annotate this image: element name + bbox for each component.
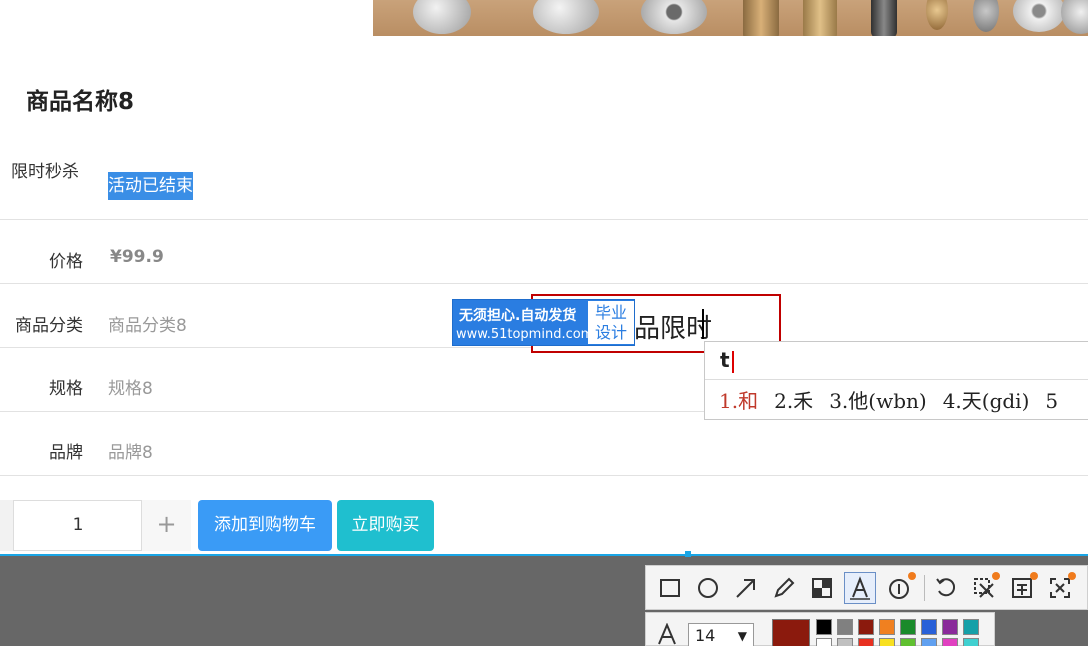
arrow-icon[interactable]: [730, 572, 762, 604]
divider: [0, 219, 1088, 220]
quantity-increase-button[interactable]: +: [141, 500, 191, 551]
color-swatch[interactable]: [900, 619, 916, 635]
color-swatch[interactable]: [921, 638, 937, 646]
color-swatch[interactable]: [879, 619, 895, 635]
color-swatch[interactable]: [942, 638, 958, 646]
color-swatch[interactable]: [858, 638, 874, 646]
circle-icon[interactable]: [692, 572, 724, 604]
watermark-side-bottom: 设计: [594, 323, 627, 342]
annotation-text: 品限时: [634, 314, 713, 344]
color-swatch[interactable]: [942, 619, 958, 635]
page: 商品名称8 限时秒杀 活动已结束 价格 ¥99.9 商品分类 商品分类8 规格 …: [0, 0, 1088, 646]
brand-label: 品牌: [49, 443, 83, 463]
text-style-panel: 14 ▼: [645, 612, 995, 646]
color-swatch[interactable]: [900, 638, 916, 646]
watermark-line-2: www.51topmind.com: [456, 327, 594, 342]
current-color-swatch[interactable]: [772, 619, 810, 646]
chevron-down-icon: ▼: [737, 629, 747, 643]
ime-candidate[interactable]: 5: [1045, 389, 1058, 413]
text-icon[interactable]: [844, 572, 876, 604]
screenshot-toolbar: [645, 565, 1088, 610]
spec-label: 规格: [49, 379, 83, 399]
price-value: ¥99.9: [110, 247, 164, 267]
close-icon[interactable]: [1044, 572, 1076, 604]
number-icon[interactable]: [884, 572, 916, 604]
watermark-badge: 无须担心.自动发货 www.51topmind.com 毕业 设计: [452, 299, 635, 346]
brand-value: 品牌8: [108, 443, 153, 463]
font-icon: [656, 622, 678, 646]
undo-icon[interactable]: [930, 572, 962, 604]
ime-candidate[interactable]: 4.天(gdi): [943, 389, 1030, 413]
divider: [0, 475, 1088, 476]
color-swatch[interactable]: [963, 619, 979, 635]
category-value: 商品分类8: [108, 316, 187, 336]
divider: [0, 283, 1088, 284]
spec-value: 规格8: [108, 379, 153, 399]
pencil-icon[interactable]: [768, 572, 800, 604]
color-swatch[interactable]: [858, 619, 874, 635]
font-size-select[interactable]: 14 ▼: [688, 623, 754, 646]
quantity-decrease-button[interactable]: [0, 500, 14, 551]
ime-composition-text: t: [720, 348, 730, 372]
flash-sale-status-badge: 活动已结束: [108, 172, 193, 200]
ime-candidate-list: 1.和 2.禾 3.他(wbn) 4.天(gdi) 5: [719, 385, 1074, 414]
toolbar-separator: [924, 575, 925, 601]
ime-candidate[interactable]: 1.和: [719, 389, 758, 413]
ime-candidate[interactable]: 2.禾: [774, 389, 813, 413]
color-swatch[interactable]: [837, 619, 853, 635]
color-swatch[interactable]: [816, 638, 832, 646]
price-label: 价格: [49, 252, 83, 272]
product-title: 商品名称8: [26, 89, 135, 115]
color-swatch[interactable]: [963, 638, 979, 646]
watermark-side-top: 毕业: [594, 303, 627, 322]
product-photo: [373, 0, 1088, 36]
text-caret: [702, 309, 704, 339]
quantity-stepper: 1 +: [0, 500, 191, 551]
quantity-input[interactable]: 1: [15, 501, 141, 550]
ime-caret: [732, 351, 734, 373]
flash-sale-label: 限时秒杀: [11, 162, 79, 182]
ime-separator: [705, 379, 1088, 380]
color-swatch[interactable]: [837, 638, 853, 646]
cut-icon[interactable]: [968, 572, 1000, 604]
watermark-side-label: 毕业 设计: [588, 301, 634, 344]
rectangle-icon[interactable]: [654, 572, 686, 604]
buy-now-button[interactable]: 立即购买: [337, 500, 434, 551]
ime-candidate-window: t 1.和 2.禾 3.他(wbn) 4.天(gdi) 5: [704, 341, 1088, 420]
ocr-icon[interactable]: [1006, 572, 1038, 604]
capture-selection-edge: [0, 554, 1088, 556]
capture-resize-handle[interactable]: [685, 551, 691, 557]
color-swatch[interactable]: [879, 638, 895, 646]
watermark-line-1: 无须担心.自动发货: [459, 308, 577, 324]
ime-candidate[interactable]: 3.他(wbn): [829, 389, 927, 413]
category-label: 商品分类: [15, 316, 83, 336]
add-to-cart-button[interactable]: 添加到购物车: [198, 500, 332, 551]
color-swatch[interactable]: [816, 619, 832, 635]
color-swatch[interactable]: [921, 619, 937, 635]
mosaic-icon[interactable]: [806, 572, 838, 604]
font-size-value: 14: [695, 626, 716, 645]
